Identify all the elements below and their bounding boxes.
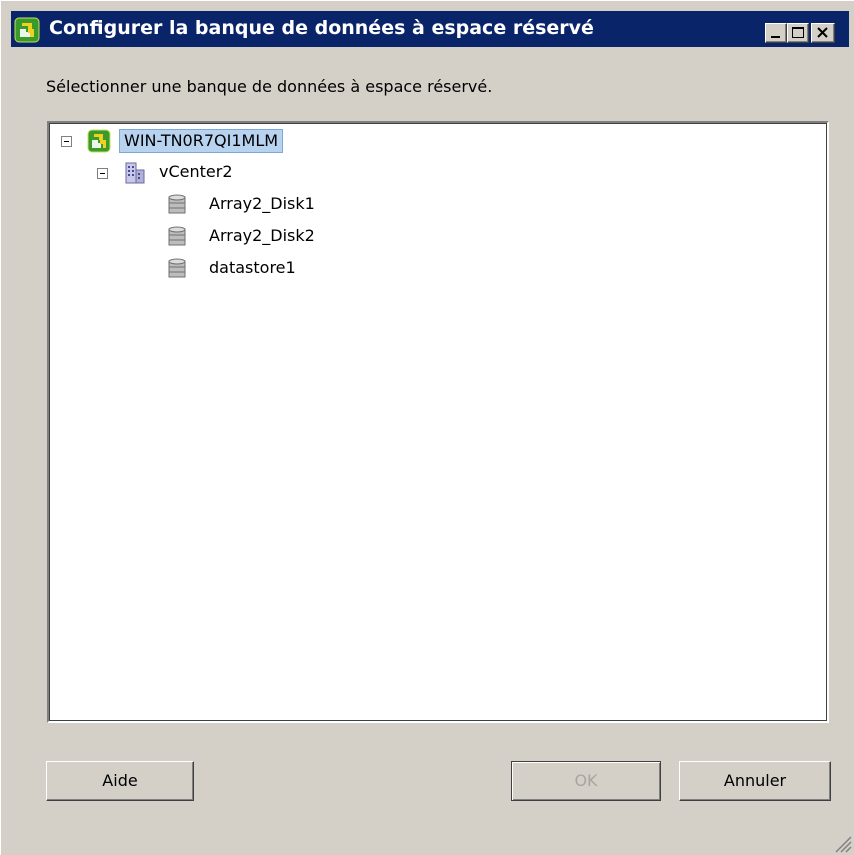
- maximize-button[interactable]: [787, 23, 809, 43]
- instruction-text: Sélectionner une banque de données à esp…: [46, 77, 493, 96]
- tree-node-datastore-label[interactable]: Array2_Disk2: [209, 225, 315, 247]
- vsphere-icon: [14, 17, 40, 43]
- resize-grip-icon[interactable]: [830, 831, 852, 853]
- maximize-icon: [792, 27, 804, 38]
- datacenter-icon: [125, 162, 145, 184]
- tree-node-datastore[interactable]: Array2_Disk1: [167, 193, 387, 217]
- datastore-tree[interactable]: WIN-TN0R7QI1MLM vCenter2 Array2_Disk1 Ar…: [47, 121, 829, 723]
- cancel-button[interactable]: Annuler: [679, 761, 831, 801]
- ok-button[interactable]: OK: [511, 761, 661, 801]
- tree-node-datastore-label[interactable]: Array2_Disk1: [209, 193, 315, 215]
- close-button[interactable]: [811, 23, 835, 43]
- minimize-button[interactable]: [765, 23, 787, 43]
- datastore-icon: [168, 226, 186, 246]
- collapse-icon[interactable]: [61, 136, 72, 147]
- collapse-icon[interactable]: [97, 168, 108, 179]
- title-bar[interactable]: Configurer la banque de données à espace…: [11, 11, 849, 47]
- datastore-icon: [168, 194, 186, 214]
- vsphere-icon: [87, 129, 111, 153]
- tree-node-root[interactable]: WIN-TN0R7QI1MLM: [61, 129, 381, 153]
- help-button[interactable]: Aide: [46, 761, 194, 801]
- window-title: Configurer la banque de données à espace…: [49, 17, 594, 39]
- tree-node-datastore[interactable]: datastore1: [167, 257, 387, 281]
- tree-node-datastore[interactable]: Array2_Disk2: [167, 225, 387, 249]
- tree-node-datacenter-label[interactable]: vCenter2: [159, 161, 233, 183]
- dialog-window: Configurer la banque de données à espace…: [0, 0, 854, 855]
- close-icon: [817, 27, 828, 38]
- tree-node-root-label[interactable]: WIN-TN0R7QI1MLM: [119, 129, 284, 153]
- tree-node-datacenter[interactable]: vCenter2: [97, 161, 357, 185]
- minimize-icon: [771, 36, 780, 38]
- tree-node-datastore-label[interactable]: datastore1: [209, 257, 296, 279]
- datastore-icon: [168, 258, 186, 278]
